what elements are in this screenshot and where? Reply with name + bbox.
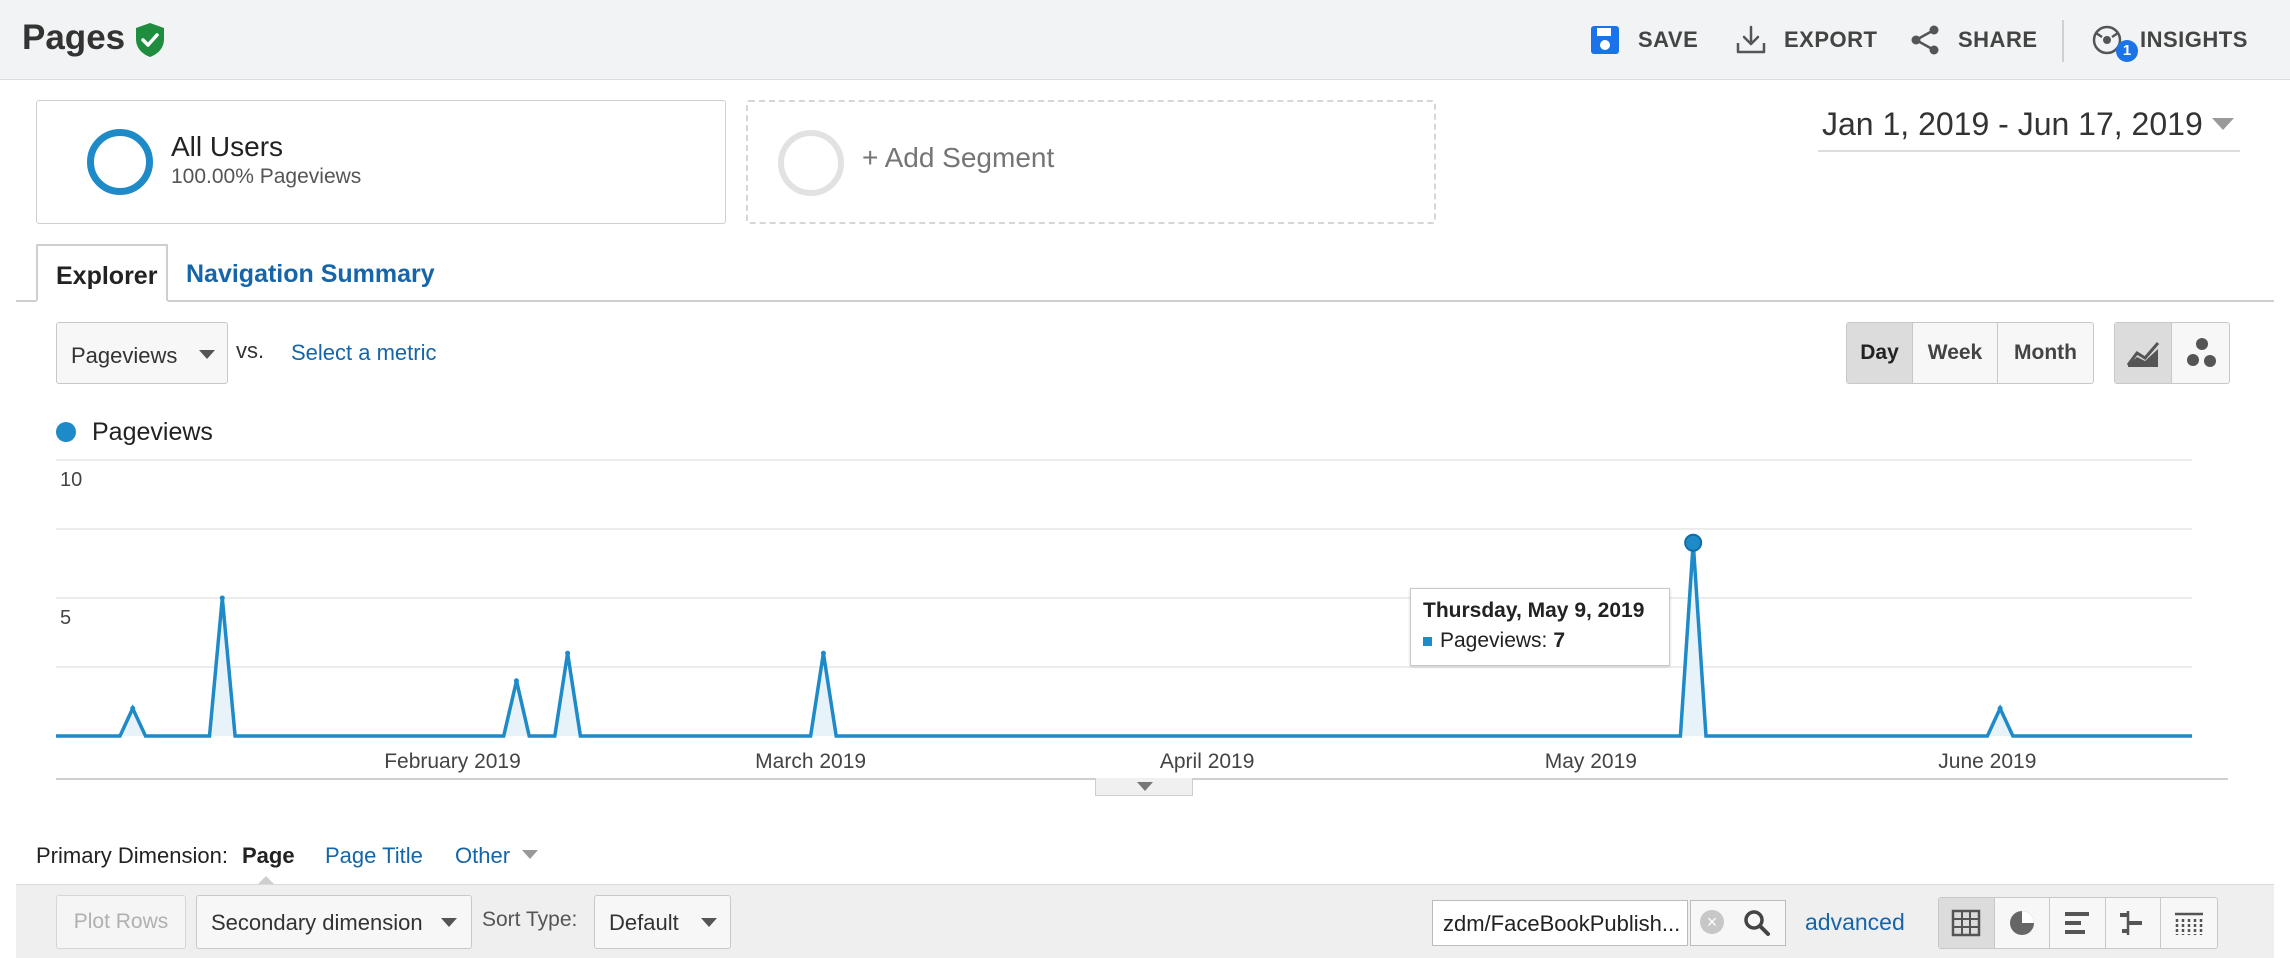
pie-view-button[interactable] bbox=[1995, 898, 2051, 948]
highlighted-data-point bbox=[1684, 533, 1703, 552]
tooltip-label: Pageviews: bbox=[1440, 629, 1548, 652]
pageviews-line-chart: 10 5 February 2019 March 2019 April 2019 May … bbox=[56, 459, 2192, 773]
tooltip-series-swatch bbox=[1423, 636, 1432, 646]
tooltip-date: Thursday, May 9, 2019 bbox=[1423, 599, 1645, 622]
save-label: SAVE bbox=[1638, 27, 1699, 52]
primary-dimension-label: Primary Dimension: bbox=[36, 843, 228, 868]
advanced-filter-link[interactable]: advanced bbox=[1805, 909, 1905, 936]
data-point-2019-01-07 bbox=[130, 705, 136, 711]
chevron-down-icon bbox=[2212, 118, 2234, 130]
search-icon bbox=[1744, 910, 1770, 936]
clear-search-icon[interactable]: × bbox=[1700, 910, 1724, 934]
sort-type-label: Sort Type: bbox=[482, 908, 578, 931]
primary-dimension-other-label: Other bbox=[455, 843, 511, 868]
pivot-view-button[interactable] bbox=[2161, 898, 2217, 948]
segment-detail: 100.00% Pageviews bbox=[171, 165, 362, 188]
table-view-icon bbox=[1952, 909, 1981, 937]
chart-view-toggle bbox=[2114, 322, 2230, 384]
data-point-2019-02-06 bbox=[513, 678, 519, 684]
x-tick-label-2: April 2019 bbox=[1160, 750, 1255, 773]
comparison-view-icon bbox=[2120, 911, 2143, 935]
sort-type-select[interactable]: Default bbox=[594, 895, 731, 949]
x-tick-label-4: June 2019 bbox=[1938, 750, 2036, 773]
metric-select[interactable]: Pageviews bbox=[56, 322, 228, 384]
share-label: SHARE bbox=[1958, 27, 2038, 52]
performance-view-button[interactable] bbox=[2050, 898, 2106, 948]
date-range-picker[interactable]: Jan 1, 2019 - Jun 17, 2019 bbox=[1818, 100, 2240, 152]
metric-select-value: Pageviews bbox=[71, 343, 178, 368]
legend-pageviews-dot bbox=[56, 422, 76, 442]
page-title: Pages bbox=[22, 18, 126, 57]
plot-rows-button[interactable]: Plot Rows bbox=[56, 895, 186, 949]
primary-dimension-page[interactable]: Page bbox=[242, 843, 295, 869]
segment-name: All Users bbox=[171, 131, 284, 162]
performance-view-icon bbox=[2065, 912, 2090, 934]
table-view-button[interactable] bbox=[1939, 898, 1995, 948]
comparison-view-button[interactable] bbox=[2106, 898, 2162, 948]
save-button[interactable]: SAVE bbox=[1588, 20, 1698, 60]
export-label: EXPORT bbox=[1784, 27, 1878, 52]
data-point-2019-06-02 bbox=[1997, 705, 2003, 711]
granularity-toggle: Day Week Month bbox=[1846, 322, 2094, 384]
data-point-2019-01-14 bbox=[219, 595, 225, 601]
table-search-input[interactable]: zdm/FaceBookPublish... bbox=[1432, 900, 1688, 946]
tab-explorer[interactable]: Explorer bbox=[36, 244, 168, 302]
share-button[interactable]: SHARE bbox=[1908, 20, 2038, 60]
series-area-pageviews bbox=[56, 542, 2192, 736]
sort-type-value: Default bbox=[609, 910, 679, 935]
line-chart-view-button[interactable] bbox=[2115, 323, 2173, 383]
insights-button[interactable]: 1 INSIGHTS bbox=[2090, 20, 2248, 62]
chevron-down-icon bbox=[522, 850, 539, 859]
export-icon bbox=[1736, 25, 1766, 54]
add-segment-button[interactable]: + Add Segment bbox=[746, 100, 1436, 224]
line-chart-icon bbox=[2126, 342, 2160, 367]
verified-shield-icon bbox=[136, 23, 164, 57]
chevron-down-icon bbox=[199, 350, 215, 359]
x-tick-label-3: May 2019 bbox=[1545, 750, 1637, 773]
empty-segment-ring-icon bbox=[778, 130, 844, 196]
granularity-week-button[interactable]: Week bbox=[1913, 323, 1998, 383]
tooltip-row: Pageviews: 7 bbox=[1423, 629, 1657, 653]
tooltip-value: 7 bbox=[1553, 629, 1566, 652]
granularity-month-button[interactable]: Month bbox=[1998, 323, 2093, 383]
y-tick-label-0: 10 bbox=[60, 469, 82, 491]
insights-badge: 1 bbox=[2116, 40, 2138, 62]
data-point-2019-02-10 bbox=[565, 650, 571, 656]
table-view-toggle bbox=[1938, 897, 2218, 949]
date-range-text: Jan 1, 2019 - Jun 17, 2019 bbox=[1822, 106, 2203, 142]
save-icon bbox=[1591, 26, 1619, 54]
granularity-day-button[interactable]: Day bbox=[1847, 323, 1913, 383]
insights-label: INSIGHTS bbox=[2140, 27, 2248, 52]
data-point-2019-03-02 bbox=[820, 650, 826, 656]
motion-chart-view-button[interactable] bbox=[2172, 323, 2229, 383]
segment-all-users[interactable]: All Users 100.00% Pageviews bbox=[36, 100, 726, 224]
add-segment-label: + Add Segment bbox=[862, 142, 1055, 173]
pivot-view-icon bbox=[2175, 912, 2204, 935]
export-button[interactable]: EXPORT bbox=[1734, 20, 1877, 60]
report-header: Pages SAVE EXPORT SHARE 1 INSIGHTS bbox=[0, 0, 2290, 80]
chevron-down-icon bbox=[701, 918, 717, 927]
primary-dimension-other[interactable]: Other bbox=[455, 843, 539, 869]
x-tick-label-1: March 2019 bbox=[755, 750, 866, 773]
share-icon bbox=[1911, 25, 1939, 55]
tab-navigation-summary[interactable]: Navigation Summary bbox=[168, 244, 453, 302]
motion-chart-icon bbox=[2186, 338, 2216, 367]
vs-label: vs. bbox=[236, 338, 265, 363]
chevron-down-icon bbox=[441, 918, 457, 927]
secondary-dimension-select[interactable]: Secondary dimension bbox=[196, 895, 472, 949]
header-divider bbox=[2062, 20, 2064, 62]
primary-dimension-page-title[interactable]: Page Title bbox=[325, 843, 423, 869]
select-metric-link[interactable]: Select a metric bbox=[291, 340, 437, 366]
x-tick-label-0: February 2019 bbox=[384, 750, 521, 773]
series-line-pageviews bbox=[56, 542, 2192, 738]
secondary-dimension-label: Secondary dimension bbox=[211, 910, 423, 935]
chart-tooltip: Thursday, May 9, 2019 Pageviews: 7 bbox=[1410, 588, 1670, 666]
pie-view-icon bbox=[2009, 911, 2034, 935]
segment-ring-icon bbox=[87, 129, 153, 195]
chevron-down-icon bbox=[1137, 782, 1153, 791]
y-tick-label-1: 5 bbox=[60, 607, 71, 629]
chart-collapse-handle[interactable] bbox=[1095, 778, 1193, 796]
